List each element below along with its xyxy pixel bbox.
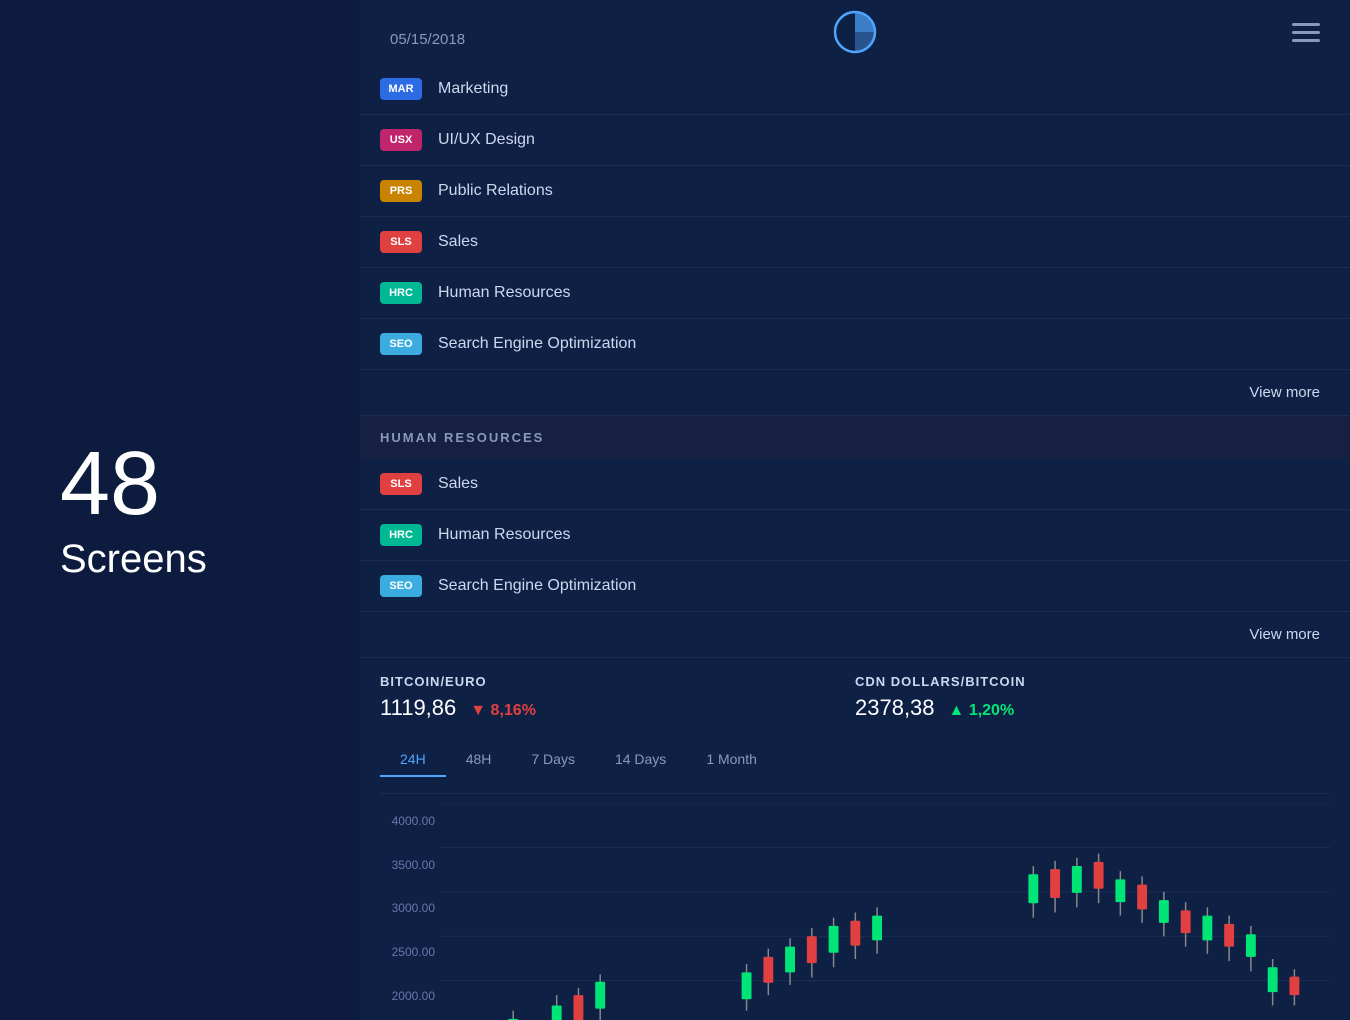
badge-usx: USX [380,129,422,151]
badge-mar: MAR [380,78,422,100]
nav-label-hr-sales: Sales [438,475,478,493]
nav-label-marketing: Marketing [438,80,508,98]
crypto-section: BITCOIN/EURO 1119,86 8,16% CDN DOLLARS/B… [360,658,1350,1020]
tab-48h[interactable]: 48H [446,743,512,777]
tab-24h[interactable]: 24H [380,743,446,777]
logo-icon [833,10,877,54]
hamburger-button[interactable] [1292,23,1320,42]
badge-sls-2: SLS [380,473,422,495]
nav-item-hr-hr[interactable]: HRC Human Resources [360,510,1350,561]
nav-label-hr-seo: Search Engine Optimization [438,577,636,595]
nav-item-uiux[interactable]: USX UI/UX Design [360,115,1350,166]
date-header: 05/15/2018 [390,17,833,48]
nav-label-sales: Sales [438,233,478,251]
nav-item-pr[interactable]: PRS Public Relations [360,166,1350,217]
big-number: 48 [60,439,360,529]
nav-item-seo[interactable]: SEO Search Engine Optimization [360,319,1350,370]
right-panel: 05/15/2018 MAR Marketing USX UI/UX Desig… [360,0,1350,1020]
chart-svg [440,804,1330,1020]
pair-change-2: 1,20% [949,702,1015,720]
crypto-pairs: BITCOIN/EURO 1119,86 8,16% CDN DOLLARS/B… [380,658,1330,737]
tab-1month[interactable]: 1 Month [686,743,777,777]
nav-label-hr-hr: Human Resources [438,526,571,544]
tab-7days[interactable]: 7 Days [511,743,595,777]
tab-14days[interactable]: 14 Days [595,743,686,777]
nav-item-marketing[interactable]: MAR Marketing [360,64,1350,115]
nav-label-seo: Search Engine Optimization [438,335,636,353]
nav-label-hr: Human Resources [438,284,571,302]
top-bar: 05/15/2018 [360,0,1350,64]
nav-list-hr: SLS Sales HRC Human Resources SEO Search… [360,459,1350,612]
badge-sls: SLS [380,231,422,253]
view-more-button-1[interactable]: View more [360,370,1350,416]
time-tabs: 24H 48H 7 Days 14 Days 1 Month [380,737,1330,794]
view-more-button-2[interactable]: View more [360,612,1350,658]
badge-hrc-2: HRC [380,524,422,546]
nav-label-pr: Public Relations [438,182,553,200]
nav-section-main: MAR Marketing USX UI/UX Design PRS Publi… [360,64,1350,416]
hr-section-header: HUMAN RESOURCES [360,416,1350,459]
pair-value-1: 1119,86 [380,695,456,721]
y-axis-labels: 4000.00 3500.00 3000.00 2500.00 2000.00 … [380,804,435,1020]
nav-label-uiux: UI/UX Design [438,131,535,149]
left-panel: 48 Screens [0,0,360,1020]
pair-change-1: 8,16% [470,702,536,720]
pair-value-2: 2378,38 [855,695,935,721]
nav-item-sales[interactable]: SLS Sales [360,217,1350,268]
crypto-pair-2: CDN DOLLARS/BITCOIN 2378,38 1,20% [855,674,1330,721]
candlestick-chart: 4000.00 3500.00 3000.00 2500.00 2000.00 … [380,804,1330,1020]
badge-seo-2: SEO [380,575,422,597]
nav-section-hr: SLS Sales HRC Human Resources SEO Search… [360,459,1350,658]
pair-name-2: CDN DOLLARS/BITCOIN [855,674,1330,689]
badge-prs: PRS [380,180,422,202]
screens-label: Screens [60,537,360,582]
crypto-pair-1: BITCOIN/EURO 1119,86 8,16% [380,674,855,721]
badge-seo: SEO [380,333,422,355]
badge-hrc: HRC [380,282,422,304]
pair-name-1: BITCOIN/EURO [380,674,855,689]
nav-item-hr-seo[interactable]: SEO Search Engine Optimization [360,561,1350,612]
nav-item-hr-sales[interactable]: SLS Sales [360,459,1350,510]
nav-item-hr[interactable]: HRC Human Resources [360,268,1350,319]
nav-list-main: MAR Marketing USX UI/UX Design PRS Publi… [360,64,1350,370]
